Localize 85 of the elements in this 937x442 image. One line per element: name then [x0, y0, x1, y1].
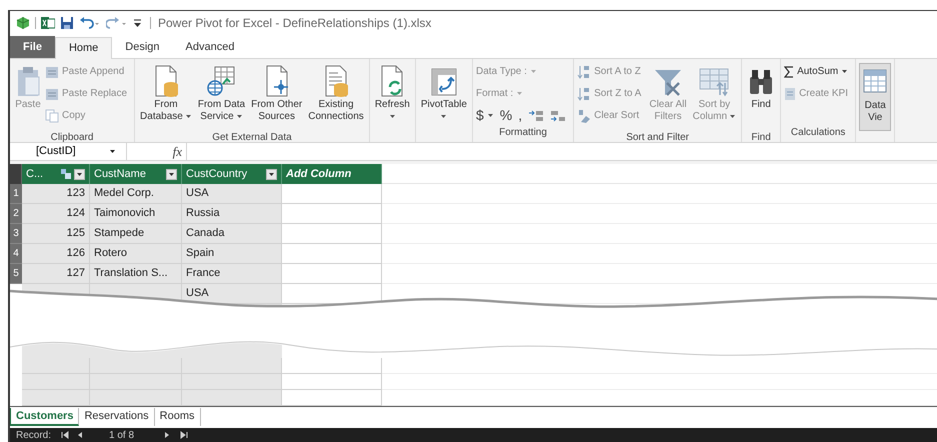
ribbon-tab[interactable]: Design — [112, 36, 173, 58]
ribbon-tab[interactable]: File — [10, 36, 55, 58]
document-icon — [264, 64, 290, 97]
save-icon[interactable] — [60, 16, 74, 30]
kpi-icon — [784, 86, 796, 101]
spreadsheet-icon[interactable] — [41, 16, 55, 30]
first-record-icon[interactable] — [61, 431, 70, 439]
caret-icon — [109, 149, 116, 154]
window-title: Power Pivot for Excel - DefineRelationships (1).xlsx — [158, 15, 432, 32]
table-cell: 123 — [22, 184, 90, 204]
filter-dropdown-icon[interactable] — [74, 168, 85, 180]
ribbon-tab[interactable]: Advanced — [172, 36, 248, 58]
table-cell — [22, 390, 90, 406]
filter-dropdown-icon[interactable] — [166, 168, 177, 180]
table-cell: USA — [182, 284, 282, 304]
format-button[interactable]: $ — [476, 105, 494, 126]
key-column-icon — [61, 169, 71, 179]
ribbon-button[interactable]: From Database — [138, 62, 194, 131]
ribbon-button[interactable]: Data Vie — [859, 62, 892, 131]
table-cell: Taimonovich — [90, 204, 182, 224]
table-cell: Stampede — [90, 224, 182, 244]
group-label: Get External Data — [211, 130, 293, 142]
ribbon-button[interactable]: Find — [745, 62, 778, 131]
column-header[interactable]: C... — [22, 164, 90, 184]
record-label: Record: — [16, 428, 52, 442]
column-header[interactable]: CustName — [90, 164, 182, 184]
increase-decimal-icon[interactable] — [528, 110, 544, 122]
cube-icon[interactable] — [16, 16, 30, 30]
ribbon-tab[interactable]: Home — [54, 36, 112, 59]
table-globe-icon — [206, 64, 236, 97]
ribbon-button[interactable]: From Other Sources — [249, 62, 304, 131]
document-refresh-icon — [379, 64, 406, 97]
format-button[interactable]: , — [518, 105, 522, 126]
undo-icon[interactable] — [79, 16, 101, 30]
record-position: 1 of 8 — [109, 428, 134, 442]
sort-ascending-icon — [577, 64, 592, 80]
table-cell: USA — [182, 184, 282, 204]
clipboard-icon — [15, 64, 41, 97]
ribbon-button[interactable]: Refresh — [372, 62, 412, 131]
filter-dropdown-icon[interactable] — [266, 168, 277, 180]
group-label: Clipboard — [50, 130, 94, 142]
table-cell: Russia — [182, 204, 282, 224]
format-button[interactable]: % — [500, 105, 512, 126]
pivot-table-icon — [430, 66, 458, 97]
table-cell — [22, 374, 90, 390]
ribbon-button[interactable]: From Data Service — [196, 62, 248, 131]
row-header[interactable]: 3 — [10, 224, 22, 244]
table-cell: 124 — [22, 204, 90, 224]
table-cell: 127 — [22, 264, 90, 284]
table-cell: 125 — [22, 224, 90, 244]
customize-caret-icon[interactable] — [133, 18, 142, 28]
clipboard-icon — [45, 64, 59, 79]
column-header[interactable]: Add Column — [282, 164, 382, 184]
group-label: Calculations — [790, 126, 846, 140]
decrease-decimal-icon[interactable] — [550, 110, 566, 122]
table-cell: Rotero — [90, 244, 182, 264]
ribbon-button[interactable]: AutoSum — [784, 62, 848, 81]
table-cell: Translation S... — [90, 264, 182, 284]
sigma-icon — [784, 66, 794, 78]
table-cell: France — [182, 264, 282, 284]
row-header[interactable]: 4 — [10, 244, 22, 264]
column-header[interactable]: CustCountry — [182, 164, 282, 184]
row-header[interactable]: 5 — [10, 264, 22, 284]
caret-icon — [486, 113, 494, 118]
table-cell: 126 — [22, 244, 90, 264]
last-record-icon[interactable] — [180, 431, 188, 439]
document-database-icon — [323, 64, 350, 97]
previous-record-icon[interactable] — [77, 431, 84, 439]
table-cell: Spain — [182, 244, 282, 264]
row-header[interactable]: 2 — [10, 204, 22, 224]
table-cell: Canada — [182, 224, 282, 244]
group-label: Formatting — [498, 126, 548, 140]
next-record-icon[interactable] — [164, 431, 170, 439]
copy-icon — [45, 108, 59, 123]
group-label: Sort and Filter — [625, 130, 690, 142]
ribbon-button[interactable]: Existing Connections — [306, 62, 366, 131]
table-cell: Medel Corp. — [90, 184, 182, 204]
table-sort-icon — [698, 66, 730, 97]
sort-descending-icon — [577, 86, 592, 102]
ribbon-button[interactable]: PivotTable — [418, 62, 469, 131]
row-header[interactable]: 1 — [10, 184, 22, 204]
clipboard-icon — [45, 86, 59, 101]
eraser-icon — [577, 108, 592, 123]
document-database-icon — [152, 64, 179, 97]
group-label: Find — [750, 130, 772, 142]
